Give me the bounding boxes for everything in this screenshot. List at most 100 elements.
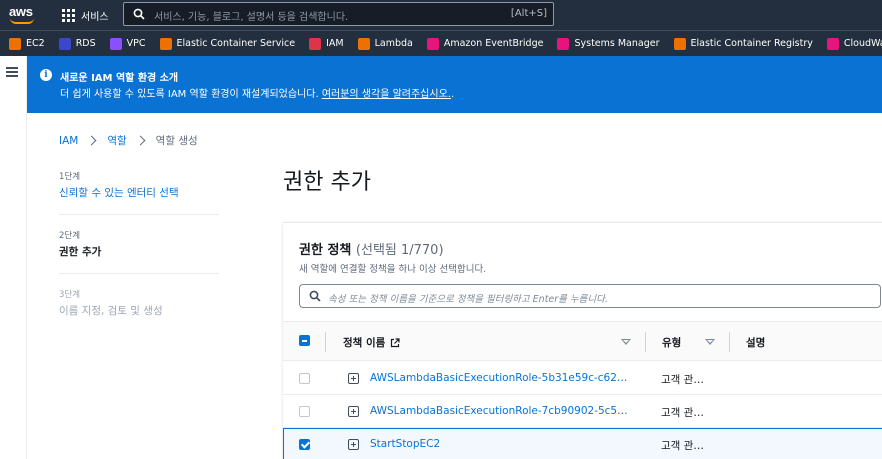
row-checkbox-checked[interactable]	[299, 439, 310, 450]
policy-name-link[interactable]: AWSLambdaBasicExecutionRole-7cb90902-5c5…	[370, 405, 632, 417]
aws-logo[interactable]: aws	[9, 4, 37, 26]
flash-body: 더 쉽게 사용할 수 있도록 IAM 역할 환경이 재설계되었습니다. 여러분의…	[60, 85, 454, 100]
column-divider	[645, 332, 646, 352]
favorite-label: Elastic Container Service	[176, 38, 296, 49]
favorite-label: IAM	[326, 38, 344, 49]
flash-body-text: 더 쉽게 사용할 수 있도록 IAM 역할 환경이 재설계되었습니다.	[60, 89, 319, 100]
cloudwatch-icon	[826, 37, 839, 50]
policy-type: 고객 관…	[661, 440, 704, 452]
favorite-ecs[interactable]: Elastic Container Service	[159, 37, 296, 50]
vpc-icon	[109, 37, 122, 50]
column-label: 설명	[746, 337, 766, 349]
column-header-type[interactable]: 유형	[662, 335, 681, 350]
ecs-icon	[159, 37, 172, 50]
column-divider	[729, 332, 730, 352]
favorites-bar: EC2 RDS VPC Elastic Container Service IAM Lam…	[0, 30, 882, 56]
eventbridge-icon	[426, 37, 439, 50]
menu-icon[interactable]	[6, 67, 18, 77]
systems-manager-icon	[557, 37, 570, 50]
favorite-label: RDS	[75, 38, 96, 49]
breadcrumb: IAM 역할 역할 생성	[59, 133, 198, 148]
favorite-vpc[interactable]: VPC	[109, 37, 146, 50]
row-checkbox[interactable]	[299, 373, 310, 384]
sort-caret-icon[interactable]	[705, 339, 715, 345]
breadcrumb-iam[interactable]: IAM	[59, 135, 78, 147]
step-label: 권한 추가	[59, 246, 102, 258]
favorite-label: Systems Manager	[574, 38, 660, 49]
ec2-icon	[9, 37, 21, 50]
column-label: 정책 이름	[343, 337, 386, 349]
panel-title-text: 권한 정책	[299, 243, 352, 258]
table-row[interactable]: AWSLambdaBasicExecutionRole-7cb90902-5c5…	[283, 395, 882, 428]
favorite-ecr[interactable]: Elastic Container Registry	[673, 37, 813, 50]
favorite-label: Elastic Container Registry	[690, 38, 813, 49]
side-navigation-rail	[0, 56, 27, 459]
favorite-label: VPC	[126, 38, 146, 49]
favorite-eventbridge[interactable]: Amazon EventBridge	[426, 37, 544, 50]
favorite-rds[interactable]: RDS	[58, 37, 96, 50]
wizard-step-3: 3단계 이름 지정, 검토 및 생성	[59, 288, 219, 332]
sort-caret-icon[interactable]	[621, 339, 631, 345]
aws-smile-icon	[10, 18, 34, 24]
wizard-step-1[interactable]: 1단계 신뢰할 수 있는 엔터티 선택	[59, 170, 219, 215]
permission-policies-panel: 권한 정책 (선택됨 1/770) 새 역할에 연결할 정책을 하나 이상 선택…	[283, 222, 882, 459]
step-label: 이름 지정, 검토 및 생성	[59, 305, 163, 317]
feedback-link[interactable]: 여러분의 생각을 알려주십시오.	[322, 89, 451, 100]
favorite-systems-manager[interactable]: Systems Manager	[557, 37, 660, 50]
iam-icon	[309, 37, 322, 50]
services-label: 서비스	[81, 11, 109, 23]
favorite-cloudwatch[interactable]: CloudWatch	[826, 37, 882, 50]
policy-filter-input[interactable]: 속성 또는 정책 이름을 기준으로 정책을 필터링하고 Enter를 누릅니다.	[299, 284, 881, 308]
expand-icon[interactable]	[348, 406, 359, 417]
flash-body-suffix: .	[450, 89, 455, 100]
breadcrumb-roles[interactable]: 역할	[107, 133, 126, 148]
policy-name-link[interactable]: AWSLambdaBasicExecutionRole-5b31e59c-c62…	[370, 372, 632, 384]
row-checkbox[interactable]	[299, 406, 310, 417]
table-row-selected[interactable]: StartStopEC2 고객 관…	[283, 428, 882, 459]
favorite-iam[interactable]: IAM	[309, 37, 344, 50]
filter-placeholder: 속성 또는 정책 이름을 기준으로 정책을 필터링하고 Enter를 누릅니다.	[328, 294, 608, 305]
search-placeholder: 서비스, 기능, 블로그, 설명서 등을 검색합니다.	[154, 12, 349, 23]
page-title: 권한 추가	[283, 170, 371, 195]
expand-icon[interactable]	[348, 373, 359, 384]
step-label[interactable]: 신뢰할 수 있는 엔터티 선택	[59, 185, 219, 200]
ecr-icon	[673, 37, 686, 50]
favorite-label: EC2	[26, 38, 45, 49]
policy-type: 고객 관…	[661, 407, 704, 419]
rds-icon	[58, 37, 71, 50]
search-shortcut: [Alt+S]	[510, 8, 547, 19]
breadcrumb-current: 역할 생성	[155, 135, 198, 147]
top-navigation: aws 서비스 서비스, 기능, 블로그, 설명서 등을 검색합니다. [Alt…	[0, 0, 882, 30]
wizard-steps: 1단계 신뢰할 수 있는 엔터티 선택 2단계 권한 추가 3단계 이름 지정,…	[59, 170, 219, 346]
step-number: 2단계	[59, 231, 81, 241]
grid-icon	[62, 8, 75, 22]
policy-type: 고객 관…	[661, 374, 704, 386]
expand-icon[interactable]	[348, 439, 359, 450]
search-icon	[309, 290, 321, 302]
column-header-description[interactable]: 설명	[746, 335, 765, 350]
table-row[interactable]: AWSLambdaBasicExecutionRole-5b31e59c-c62…	[283, 362, 882, 395]
select-all-checkbox[interactable]	[299, 335, 310, 346]
lambda-icon	[357, 37, 370, 50]
chevron-right-icon	[86, 135, 97, 146]
column-label: 유형	[662, 337, 682, 349]
services-menu-button[interactable]: 서비스	[62, 7, 109, 23]
table-header: 정책 이름 유형 설명	[283, 321, 882, 361]
favorite-ec2[interactable]: EC2	[9, 37, 45, 50]
column-header-policy-name[interactable]: 정책 이름	[343, 335, 400, 350]
favorite-lambda[interactable]: Lambda	[357, 37, 413, 50]
policy-name-link[interactable]: StartStopEC2	[370, 438, 632, 450]
panel-title: 권한 정책 (선택됨 1/770)	[299, 239, 486, 258]
step-number: 3단계	[59, 290, 81, 300]
global-search-input[interactable]: 서비스, 기능, 블로그, 설명서 등을 검색합니다. [Alt+S]	[123, 2, 554, 26]
flash-title: 새로운 IAM 역할 환경 소개	[60, 73, 179, 84]
external-link-icon	[391, 337, 400, 347]
search-icon	[133, 8, 145, 20]
selected-count: (선택됨 1/770)	[355, 243, 444, 258]
column-divider	[325, 332, 326, 352]
aws-logo-text: aws	[9, 4, 33, 19]
favorite-label: Lambda	[374, 38, 413, 49]
panel-header: 권한 정책 (선택됨 1/770) 새 역할에 연결할 정책을 하나 이상 선택…	[299, 239, 486, 275]
favorite-label: Amazon EventBridge	[443, 38, 544, 49]
panel-description: 새 역할에 연결할 정책을 하나 이상 선택합니다.	[299, 264, 487, 275]
